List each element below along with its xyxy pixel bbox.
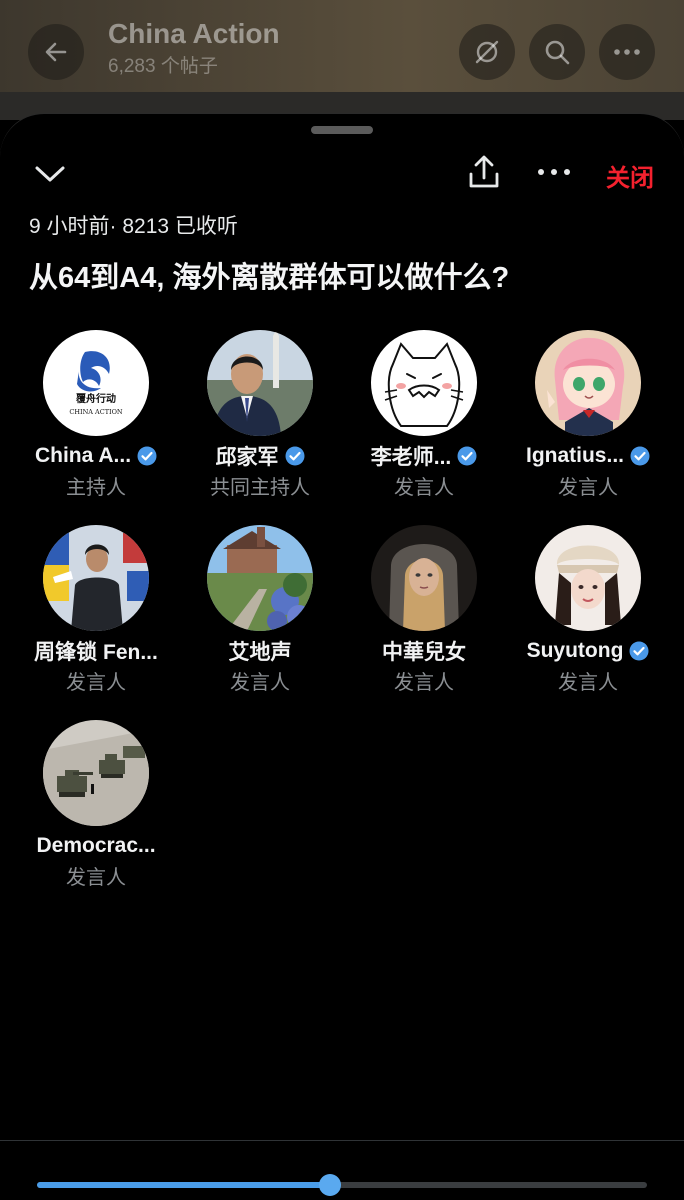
avatar [43,525,149,631]
participant-role: 发言人 [66,672,126,694]
share-icon [469,155,499,188]
verified-badge-icon [629,641,649,661]
profile-title: China Action [108,18,280,49]
verified-badge-icon [457,446,477,466]
grok-icon [475,40,499,64]
avatar [43,720,149,826]
avatar [371,330,477,436]
playback-progress-fill [37,1182,330,1188]
avatar [207,525,313,631]
grok-button[interactable] [459,24,515,80]
participant-card[interactable]: 覆舟行动 CHINA ACTION China A... 主持人 [14,330,178,500]
back-button[interactable] [28,24,84,80]
participant-name: China A... [34,444,132,467]
participant-name: 李老师... [370,446,452,469]
participant-name: 中華兒女 [382,641,466,664]
verified-badge-icon [285,446,304,466]
avatar: 覆舟行动 CHINA ACTION [43,330,149,436]
arrow-left-icon [45,42,67,62]
share-button[interactable] [464,152,504,192]
collapse-button[interactable] [30,158,70,190]
chevron-down-icon [35,166,65,182]
player-divider [0,1140,684,1141]
space-more-button[interactable] [536,160,572,184]
participant-card[interactable]: 邱家军 共同主持人 [178,330,342,500]
search-button[interactable] [529,24,585,80]
participant-card[interactable]: Democrac... 发言人 [14,720,178,890]
space-sheet: 关闭 9 小时前· 8213 已收听 从64到A4, 海外离散群体可以做什么? … [0,113,684,1200]
participant-name: 邱家军 [215,446,279,469]
space-meta: 9 小时前· 8213 已收听 [29,215,238,238]
svg-text:CHINA ACTION: CHINA ACTION [69,408,123,416]
participant-role: 发言人 [394,477,454,499]
participant-card[interactable]: Ignatius... 发言人 [506,330,670,500]
playback-progress-bar[interactable] [37,1174,647,1196]
participant-name: 艾地声 [228,641,292,664]
participant-role: 发言人 [66,867,126,889]
participant-card[interactable]: 周锋锁 Fen... 发言人 [14,525,178,695]
avatar [535,330,641,436]
participant-card[interactable]: 艾地声 发言人 [178,525,342,695]
participant-card[interactable]: 中華兒女 发言人 [342,525,506,695]
participant-role: 共同主持人 [210,477,310,499]
verified-badge-icon [630,446,650,466]
participant-name: 周锋锁 Fen... [34,641,158,664]
participant-card[interactable]: 李老师... 发言人 [342,330,506,500]
avatar [371,525,477,631]
space-title: 从64到A4, 海外离散群体可以做什么? [29,262,510,294]
participant-name: Democrac... [36,834,156,857]
participant-role: 发言人 [558,672,618,694]
participant-role: 发言人 [394,672,454,694]
participant-role: 主持人 [66,477,126,499]
participant-role: 发言人 [230,672,290,694]
participant-name: Suyutong [526,639,624,662]
participant-name: Ignatius... [525,444,624,467]
svg-text:覆舟行动: 覆舟行动 [76,392,116,405]
profile-post-count: 6,283 个帖子 [108,56,218,77]
more-button[interactable] [599,24,655,80]
avatar [207,330,313,436]
ellipsis-icon [614,49,640,55]
participant-card[interactable]: Suyutong 发言人 [506,525,670,695]
ellipsis-icon [538,169,570,175]
avatar [535,525,641,631]
sheet-grabber[interactable] [311,126,373,134]
participant-role: 发言人 [558,477,618,499]
close-button[interactable]: 关闭 [606,158,654,193]
search-icon [545,40,570,65]
playback-scrubber-handle[interactable] [318,1174,341,1196]
verified-badge-icon [137,446,157,466]
